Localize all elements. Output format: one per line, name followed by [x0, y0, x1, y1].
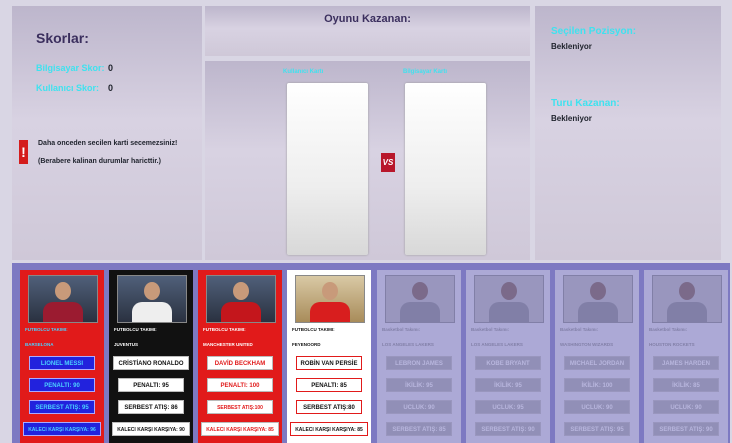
team-name: WASHINGTON WIZARDS: [560, 342, 614, 347]
player-photo: [652, 275, 722, 323]
battle-area: Kullanıcı Kartı Bilgisayar Kartı VS: [205, 61, 530, 260]
stat-free-throw[interactable]: SERBEST ATIŞ: 90: [475, 422, 541, 436]
stat-one-on-one[interactable]: KALECI KARŞI KARŞIYA: 90: [112, 422, 190, 436]
round-info-panel: Seçilen Pozisyon: Bekleniyor Turu Kazana…: [535, 6, 721, 260]
computer-card-label: Bilgisayar Kartı: [403, 69, 448, 75]
stat-free-throw[interactable]: SERBEST ATIŞ: 95: [564, 422, 630, 436]
card-messi[interactable]: FUTBOLCU TAKIMI: BARSELONA LIONEL MESSI …: [20, 270, 104, 443]
stat-three-pointer[interactable]: UCLUK: 90: [653, 400, 719, 414]
stat-penalty[interactable]: PENALTI: 85: [296, 378, 362, 392]
user-score-value: 0: [108, 83, 114, 93]
team-name: JUVENTUS: [114, 342, 139, 347]
team-name: FEYENOORD: [292, 342, 321, 347]
player-photo: [474, 275, 544, 323]
card-kobe[interactable]: Basketbol Takımı: LOS ANGELES LAKERS KOB…: [466, 270, 550, 443]
card-van-persie[interactable]: FUTBOLCU TAKIMI: FEYENOORD ROBİN VAN PER…: [287, 270, 371, 443]
card-harden[interactable]: Basketbol Takımı: HOUSTON ROCKETS JAMES …: [644, 270, 728, 443]
stat-one-on-one[interactable]: KALECI KARŞI KARŞIYA: 96: [23, 422, 101, 436]
team-label: FUTBOLCU TAKIMI:: [203, 327, 246, 332]
scores-panel: Skorlar: Bilgisayar Skor: 0 Kullanıcı Sk…: [12, 6, 202, 260]
warning-icon: !: [19, 140, 28, 164]
stat-penalty[interactable]: PENALTI: 100: [207, 378, 273, 392]
player-photo: [563, 275, 633, 323]
stat-two-pointer[interactable]: İKİLİK: 85: [653, 378, 719, 392]
team-label: FUTBOLCU TAKIMI:: [25, 327, 68, 332]
stat-free-throw[interactable]: SERBEST ATIŞ: 85: [386, 422, 452, 436]
stat-free-kick[interactable]: SERBEST ATIŞ: 86: [118, 400, 184, 414]
player-photo: [385, 275, 455, 323]
player-photo: [117, 275, 187, 323]
warning-text-line1: Daha onceden secilen karti secemezsiniz!: [38, 140, 178, 147]
stat-two-pointer[interactable]: İKİLİK: 95: [386, 378, 452, 392]
team-name: LOS ANGELES LAKERS: [382, 342, 434, 347]
team-label: Basketbol Takımı:: [649, 327, 688, 332]
team-name: HOUSTON ROCKETS: [649, 342, 695, 347]
computer-card-slot: [405, 83, 486, 255]
round-winner-value: Bekleniyor: [551, 114, 592, 123]
card-ronaldo[interactable]: FUTBOLCU TAKIMI: JUVENTUS CRİSTİANO RONA…: [109, 270, 193, 443]
player-name: KOBE BRYANT: [475, 356, 541, 370]
card-jordan[interactable]: Basketbol Takımı: WASHINGTON WIZARDS MIC…: [555, 270, 639, 443]
user-card-label: Kullanıcı Kartı: [283, 69, 324, 75]
computer-score-value: 0: [108, 63, 114, 73]
player-name: DAVİD BECKHAM: [207, 356, 273, 370]
player-name: LEBRON JAMES: [386, 356, 452, 370]
selected-position-value: Bekleniyor: [551, 42, 592, 51]
player-hand: FUTBOLCU TAKIMI: BARSELONA LIONEL MESSI …: [12, 263, 730, 443]
warning-text-line2: (Berabere kalinan durumlar haricttir.): [38, 158, 161, 165]
stat-free-throw[interactable]: SERBEST ATIŞ: 90: [653, 422, 719, 436]
player-name: ROBİN VAN PERSİE: [296, 356, 362, 370]
player-name: JAMES HARDEN: [653, 356, 719, 370]
stat-two-pointer[interactable]: İKİLİK: 95: [475, 378, 541, 392]
team-name: LOS ANGELES LAKERS: [471, 342, 523, 347]
team-label: Basketbol Takımı:: [382, 327, 421, 332]
team-name: BARSELONA: [25, 342, 54, 347]
winner-panel: Oyunu Kazanan:: [205, 6, 530, 56]
team-label: FUTBOLCU TAKIMI:: [292, 327, 335, 332]
stat-three-pointer[interactable]: UCLUK: 95: [475, 400, 541, 414]
stat-penalty[interactable]: PENALTI: 90: [29, 378, 95, 392]
round-winner-label: Turu Kazanan:: [551, 98, 620, 109]
stat-two-pointer[interactable]: İKİLİK: 100: [564, 378, 630, 392]
stat-one-on-one[interactable]: KALECI KARŞI KARŞIYA: 85: [290, 422, 368, 436]
card-lebron[interactable]: Basketbol Takımı: LOS ANGELES LAKERS LEB…: [377, 270, 461, 443]
player-name: CRİSTİANO RONALDO: [113, 356, 189, 370]
player-photo: [28, 275, 98, 323]
stat-one-on-one[interactable]: KALECI KARŞI KARŞIYA: 85: [201, 422, 279, 436]
computer-score-label: Bilgisayar Skor:: [36, 63, 105, 73]
scores-title: Skorlar:: [36, 30, 89, 46]
stat-penalty[interactable]: PENALTI: 95: [118, 378, 184, 392]
player-photo: [295, 275, 365, 323]
stat-free-kick[interactable]: SERBEST ATIŞ:100: [207, 400, 273, 414]
player-photo: [206, 275, 276, 323]
team-name: MANCHESTER UNITED: [203, 342, 253, 347]
player-name: MICHAEL JORDAN: [564, 356, 630, 370]
stat-free-kick[interactable]: SERBEST ATIŞ: 95: [29, 400, 95, 414]
user-score-label: Kullanıcı Skor:: [36, 83, 100, 93]
user-card-slot: [287, 83, 368, 255]
team-label: Basketbol Takımı:: [560, 327, 599, 332]
selected-position-label: Seçilen Pozisyon:: [551, 26, 637, 37]
stat-free-kick[interactable]: SERBEST ATIŞ:80: [296, 400, 362, 414]
vs-icon: VS: [381, 153, 395, 172]
card-beckham[interactable]: FUTBOLCU TAKIMI: MANCHESTER UNITED DAVİD…: [198, 270, 282, 443]
game-winner-title: Oyunu Kazanan:: [324, 13, 411, 25]
team-label: FUTBOLCU TAKIMI:: [114, 327, 157, 332]
stat-three-pointer[interactable]: UCLUK: 90: [564, 400, 630, 414]
player-name: LIONEL MESSI: [29, 356, 95, 370]
stat-three-pointer[interactable]: UCLUK: 90: [386, 400, 452, 414]
team-label: Basketbol Takımı:: [471, 327, 510, 332]
